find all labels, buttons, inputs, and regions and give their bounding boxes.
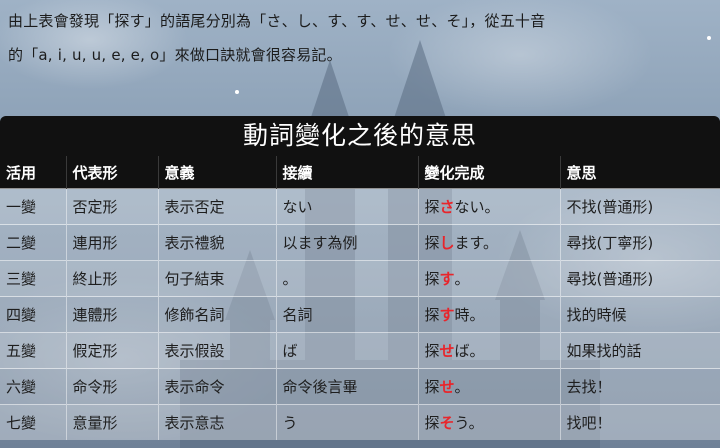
cell-translation: 尋找(丁寧形) xyxy=(560,224,720,261)
intro-paragraph: 由上表會發現「探す」的語尾分別為「さ、し、す、す、せ、せ、そ」，從五十音 的「a… xyxy=(8,4,720,72)
result-suffix: 。 xyxy=(454,378,470,396)
cell-translation: 不找(普通形) xyxy=(560,188,720,225)
cell-inflection: 七變 xyxy=(0,404,67,440)
cell-inflection: 三變 xyxy=(0,260,67,297)
table-title: 動詞變化之後的意思 xyxy=(0,116,720,156)
result-highlight-kana: せ xyxy=(439,378,455,396)
cell-meaning: 表示命令 xyxy=(158,368,277,405)
result-suffix: ば。 xyxy=(454,342,485,360)
cell-result: 探す時。 xyxy=(418,296,561,333)
result-highlight-kana: す xyxy=(439,270,455,288)
cell-connection: 名詞 xyxy=(276,296,419,333)
conjugation-table: 活用 代表形 意義 接續 變化完成 意思 一變 否定形 表示否定 ない 探さない… xyxy=(0,156,720,440)
result-suffix: 。 xyxy=(454,270,470,288)
cell-result: 探さない。 xyxy=(418,188,561,225)
result-highlight-kana: せ xyxy=(439,342,455,360)
intro-line-1: 由上表會發現「探す」的語尾分別為「さ、し、す、す、せ、せ、そ」，從五十音 xyxy=(8,12,546,30)
intro-line-2: 的「a, i, u, u, e, e, o」來做口訣就會很容易記。 xyxy=(8,46,342,64)
result-highlight-kana: そ xyxy=(439,414,455,432)
table-header-row: 活用 代表形 意義 接續 變化完成 意思 xyxy=(0,156,720,189)
cell-inflection: 四變 xyxy=(0,296,67,333)
cell-meaning: 表示意志 xyxy=(158,404,277,440)
cell-meaning: 表示禮貌 xyxy=(158,224,277,261)
cell-form: 終止形 xyxy=(66,260,159,297)
cell-form: 意量形 xyxy=(66,404,159,440)
cell-translation: 去找！ xyxy=(560,368,720,405)
cell-meaning: 句子結束 xyxy=(158,260,277,297)
cell-result: 探そう。 xyxy=(418,404,561,440)
cell-connection: ば xyxy=(276,332,419,369)
result-highlight-kana: す xyxy=(439,306,455,324)
result-suffix: ない。 xyxy=(454,198,500,216)
cell-translation: 找吧！ xyxy=(560,404,720,440)
result-stem: 探 xyxy=(424,234,440,252)
cell-translation: 找的時候 xyxy=(560,296,720,333)
table-row: 二變 連用形 表示禮貌 以ます為例 探します。 尋找(丁寧形) xyxy=(0,224,720,261)
result-suffix: う。 xyxy=(454,414,484,432)
result-stem: 探 xyxy=(424,270,440,288)
cell-result: 探せ。 xyxy=(418,368,561,405)
column-header: 意思 xyxy=(560,156,720,189)
cell-result: 探せば。 xyxy=(418,332,561,369)
result-highlight-kana: し xyxy=(439,234,455,252)
table-row: 六變 命令形 表示命令 命令後言畢 探せ。 去找！ xyxy=(0,368,720,405)
column-header: 變化完成 xyxy=(418,156,561,189)
cell-connection: ない xyxy=(276,188,419,225)
cell-form: 假定形 xyxy=(66,332,159,369)
column-header: 接續 xyxy=(276,156,419,189)
cell-translation: 如果找的話 xyxy=(560,332,720,369)
result-stem: 探 xyxy=(424,342,440,360)
result-highlight-kana: さ xyxy=(439,198,455,216)
result-stem: 探 xyxy=(424,414,440,432)
table-row: 五變 假定形 表示假設 ば 探せば。 如果找的話 xyxy=(0,332,720,369)
table-row: 七變 意量形 表示意志 う 探そう。 找吧！ xyxy=(0,404,720,440)
cell-inflection: 二變 xyxy=(0,224,67,261)
table-row: 三變 終止形 句子結束 。 探す。 尋找(普通形) xyxy=(0,260,720,297)
cell-connection: 。 xyxy=(276,260,419,297)
cell-form: 連體形 xyxy=(66,296,159,333)
cell-translation: 尋找(普通形) xyxy=(560,260,720,297)
column-header: 意義 xyxy=(158,156,277,189)
decorative-dot xyxy=(235,90,239,94)
cell-meaning: 表示假設 xyxy=(158,332,277,369)
cell-form: 連用形 xyxy=(66,224,159,261)
cell-inflection: 五變 xyxy=(0,332,67,369)
conjugation-table-panel: 動詞變化之後的意思 活用 代表形 意義 接續 變化完成 意思 一變 否定形 表示… xyxy=(0,116,720,448)
result-stem: 探 xyxy=(424,378,440,396)
result-stem: 探 xyxy=(424,306,440,324)
cell-inflection: 六變 xyxy=(0,368,67,405)
column-header: 活用 xyxy=(0,156,67,189)
cell-connection: 以ます為例 xyxy=(276,224,419,261)
cell-form: 命令形 xyxy=(66,368,159,405)
result-suffix: 時。 xyxy=(454,306,485,324)
table-row: 四變 連體形 修飾名詞 名詞 探す時。 找的時候 xyxy=(0,296,720,333)
cell-result: 探す。 xyxy=(418,260,561,297)
cell-result: 探します。 xyxy=(418,224,561,261)
cell-meaning: 表示否定 xyxy=(158,188,277,225)
table-row: 一變 否定形 表示否定 ない 探さない。 不找(普通形) xyxy=(0,188,720,225)
cell-inflection: 一變 xyxy=(0,188,67,225)
cell-connection: 命令後言畢 xyxy=(276,368,419,405)
cell-meaning: 修飾名詞 xyxy=(158,296,277,333)
decorative-dot xyxy=(707,36,711,40)
cell-connection: う xyxy=(276,404,419,440)
result-suffix: ます。 xyxy=(454,234,499,252)
column-header: 代表形 xyxy=(66,156,159,189)
result-stem: 探 xyxy=(424,198,440,216)
cell-form: 否定形 xyxy=(66,188,159,225)
